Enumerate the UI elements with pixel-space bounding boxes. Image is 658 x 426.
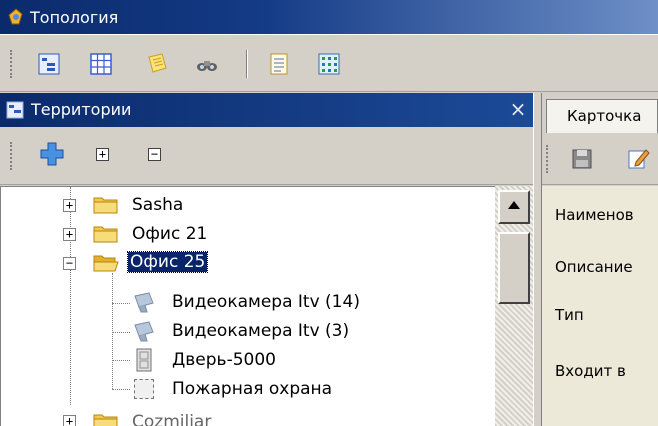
open-folder-icon bbox=[93, 255, 119, 272]
territories-icon bbox=[6, 101, 24, 119]
tree-item-label: Видеокамера Itv (14) bbox=[172, 292, 360, 312]
panel-splitter[interactable] bbox=[533, 93, 542, 426]
field-label-name: Наименов bbox=[555, 206, 634, 224]
scroll-up-button[interactable] bbox=[498, 190, 530, 224]
camera-icon bbox=[134, 292, 154, 313]
tree-item-sasha[interactable]: + Sasha bbox=[1, 191, 496, 220]
tree-item-fire-protection[interactable]: Пожарная охрана bbox=[1, 375, 496, 404]
field-label-type: Тип bbox=[555, 306, 584, 324]
folder-icon bbox=[93, 226, 118, 243]
toolbar-grip[interactable] bbox=[10, 142, 14, 170]
binoculars-icon[interactable] bbox=[196, 53, 218, 75]
collapse-all-button[interactable]: − bbox=[148, 148, 161, 161]
tree-item-office-21[interactable]: + Офис 21 bbox=[1, 220, 496, 249]
folder-icon bbox=[93, 197, 118, 214]
door-icon bbox=[136, 348, 152, 372]
tree-item-label: Пожарная охрана bbox=[172, 379, 333, 399]
territories-panel-header: Территории × bbox=[0, 93, 533, 127]
folder-icon bbox=[93, 414, 118, 426]
tree-item-camera-itv-3[interactable]: Видеокамера Itv (3) bbox=[1, 317, 496, 346]
map-grid-icon[interactable] bbox=[318, 53, 340, 75]
plus-cross-icon[interactable] bbox=[40, 142, 64, 166]
zone-icon bbox=[134, 379, 154, 399]
window-title-bar: Топология bbox=[0, 0, 658, 34]
topology-app-icon bbox=[8, 8, 23, 25]
expand-toggle[interactable]: + bbox=[63, 199, 76, 212]
tab-label: Карточка bbox=[567, 107, 642, 125]
arrow-up-icon bbox=[508, 201, 520, 209]
expand-toggle[interactable]: + bbox=[63, 415, 76, 426]
tree-scrollbar[interactable] bbox=[495, 186, 533, 426]
field-label-description: Описание bbox=[555, 258, 633, 276]
collapse-toggle[interactable]: − bbox=[63, 257, 76, 270]
window-title: Топология bbox=[30, 8, 119, 27]
notes-icon[interactable] bbox=[146, 53, 168, 75]
floppy-disk-icon[interactable] bbox=[572, 149, 592, 169]
close-icon[interactable]: × bbox=[508, 98, 528, 120]
tree-view-icon[interactable] bbox=[38, 53, 60, 75]
tree-item-label: Sasha bbox=[132, 195, 184, 215]
document-icon[interactable] bbox=[268, 53, 290, 75]
card-form: Наименов Описание Тип Входит в bbox=[542, 186, 658, 426]
tree-item-label: Видеокамера Itv (3) bbox=[172, 321, 350, 341]
toolbar-grip[interactable] bbox=[10, 50, 14, 78]
panel-title: Территории bbox=[31, 100, 132, 119]
tree-item-camera-itv-14[interactable]: Видеокамера Itv (14) bbox=[1, 288, 496, 317]
tree-item-label: Офис 21 bbox=[132, 224, 208, 244]
tree-item-partial[interactable]: + Cozmiliar bbox=[1, 409, 496, 426]
expand-all-button[interactable]: + bbox=[96, 148, 109, 161]
main-toolbar bbox=[0, 34, 658, 92]
territories-toolbar: + − bbox=[0, 127, 533, 185]
scroll-thumb[interactable] bbox=[498, 232, 530, 304]
camera-icon bbox=[134, 321, 154, 342]
tree-item-label: Cozmiliar bbox=[132, 412, 212, 426]
grid-icon[interactable] bbox=[90, 53, 112, 75]
tree-item-label: Дверь-5000 bbox=[172, 350, 276, 370]
territories-tree: + Sasha + Офис 21 − Офис 25 Видеокамера … bbox=[0, 186, 533, 426]
tab-card[interactable]: Карточка bbox=[546, 99, 658, 133]
tree-item-office-25[interactable]: − Офис 25 bbox=[1, 249, 496, 278]
tree-item-door-5000[interactable]: Дверь-5000 bbox=[1, 346, 496, 375]
toolbar-separator bbox=[246, 50, 248, 78]
toolbar-grip[interactable] bbox=[546, 145, 550, 173]
card-toolbar bbox=[542, 133, 658, 185]
field-label-parent: Входит в bbox=[555, 362, 626, 380]
pencil-icon[interactable] bbox=[628, 147, 650, 169]
expand-toggle[interactable]: + bbox=[63, 228, 76, 241]
tree-item-label: Офис 25 bbox=[126, 251, 209, 273]
